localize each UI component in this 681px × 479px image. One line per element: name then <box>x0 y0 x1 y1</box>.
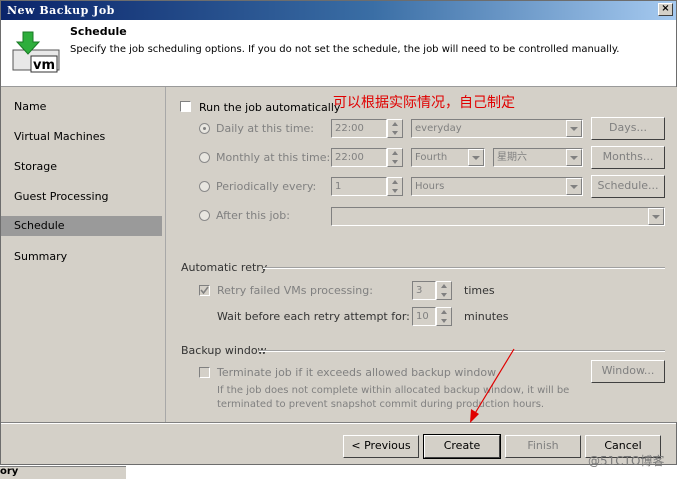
monthly-radio[interactable] <box>199 152 210 163</box>
retry-count-input[interactable]: 3 <box>412 281 436 300</box>
create-button[interactable]: Create <box>423 434 501 459</box>
backup-window-group-label: Backup window <box>181 344 267 357</box>
periodically-value-input[interactable]: 1 <box>331 177 387 196</box>
after-job-radio[interactable] <box>199 210 210 221</box>
checkmark-icon <box>200 286 209 295</box>
wizard-window: New Backup Job × vm Schedule Specify the… <box>0 0 677 465</box>
window-title: New Backup Job <box>7 4 115 17</box>
vm-download-icon: vm <box>12 31 60 73</box>
close-icon: × <box>661 3 670 14</box>
page-title: Schedule <box>70 25 127 38</box>
daily-time-spinner[interactable] <box>387 119 403 138</box>
retry-count-spinner[interactable] <box>436 281 452 300</box>
retry-label: Retry failed VMs processing: <box>217 284 373 297</box>
run-auto-checkbox[interactable] <box>180 101 191 112</box>
monthly-time-spinner[interactable] <box>387 148 403 167</box>
wizard-header: vm Schedule Specify the job scheduling o… <box>1 20 676 87</box>
monthly-week-dropdown-icon[interactable] <box>468 149 484 166</box>
daily-option-dropdown-icon[interactable] <box>566 120 582 137</box>
monthly-day-dropdown-icon[interactable] <box>566 149 582 166</box>
footer-divider <box>1 422 676 424</box>
nav-item-name[interactable]: Name <box>1 97 162 117</box>
days-button[interactable]: Days... <box>591 117 665 140</box>
retry-unit: times <box>464 284 495 297</box>
schedule-button[interactable]: Schedule... <box>591 175 665 198</box>
wait-unit: minutes <box>464 310 509 323</box>
after-job-select[interactable] <box>331 207 665 226</box>
background-window-text: ory <box>0 466 19 477</box>
periodically-unit-dropdown-icon[interactable] <box>566 178 582 195</box>
watermark: @51CTO博客 <box>588 454 665 468</box>
wait-value-spinner[interactable] <box>436 307 452 326</box>
window-button[interactable]: Window... <box>591 360 665 383</box>
terminate-checkbox[interactable] <box>199 367 210 378</box>
periodically-label: Periodically every: <box>216 180 317 193</box>
background-window-strip <box>0 466 126 479</box>
terminate-label: Terminate job if it exceeds allowed back… <box>217 366 497 379</box>
finish-button[interactable]: Finish <box>505 435 581 458</box>
run-auto-label: Run the job automatically <box>199 101 341 114</box>
wait-value-input[interactable]: 10 <box>412 307 436 326</box>
annotation-text: 可以根据实际情况，自己制定 <box>333 95 515 111</box>
page-description: Specify the job scheduling options. If y… <box>70 44 620 55</box>
nav-item-summary[interactable]: Summary <box>1 247 162 267</box>
daily-radio[interactable] <box>199 123 210 134</box>
retry-group-divider <box>263 267 665 269</box>
close-button[interactable]: × <box>658 3 673 16</box>
periodically-value-spinner[interactable] <box>387 177 403 196</box>
nav-item-storage[interactable]: Storage <box>1 157 162 177</box>
periodically-radio[interactable] <box>199 181 210 192</box>
wait-label: Wait before each retry attempt for: <box>217 310 410 323</box>
after-job-label: After this job: <box>216 209 290 222</box>
nav-item-guest-processing[interactable]: Guest Processing <box>1 187 162 207</box>
annotation-arrow-icon <box>470 348 515 423</box>
previous-button[interactable]: < Previous <box>343 435 419 458</box>
retry-group-label: Automatic retry <box>181 261 268 274</box>
months-button[interactable]: Months... <box>591 146 665 169</box>
monthly-label: Monthly at this time: <box>216 151 331 164</box>
after-job-dropdown-icon[interactable] <box>648 208 664 225</box>
periodically-unit-select[interactable]: Hours <box>411 177 583 196</box>
wizard-nav: Name Virtual Machines Storage Guest Proc… <box>1 87 162 422</box>
nav-item-schedule[interactable]: Schedule <box>1 216 162 236</box>
monthly-time-input[interactable]: 22:00 <box>331 148 387 167</box>
title-bar: New Backup Job × <box>1 1 676 20</box>
daily-label: Daily at this time: <box>216 122 315 135</box>
daily-option-select[interactable]: everyday <box>411 119 583 138</box>
daily-time-input[interactable]: 22:00 <box>331 119 387 138</box>
vm-logo-text: vm <box>33 58 55 73</box>
nav-item-virtual-machines[interactable]: Virtual Machines <box>1 127 162 147</box>
